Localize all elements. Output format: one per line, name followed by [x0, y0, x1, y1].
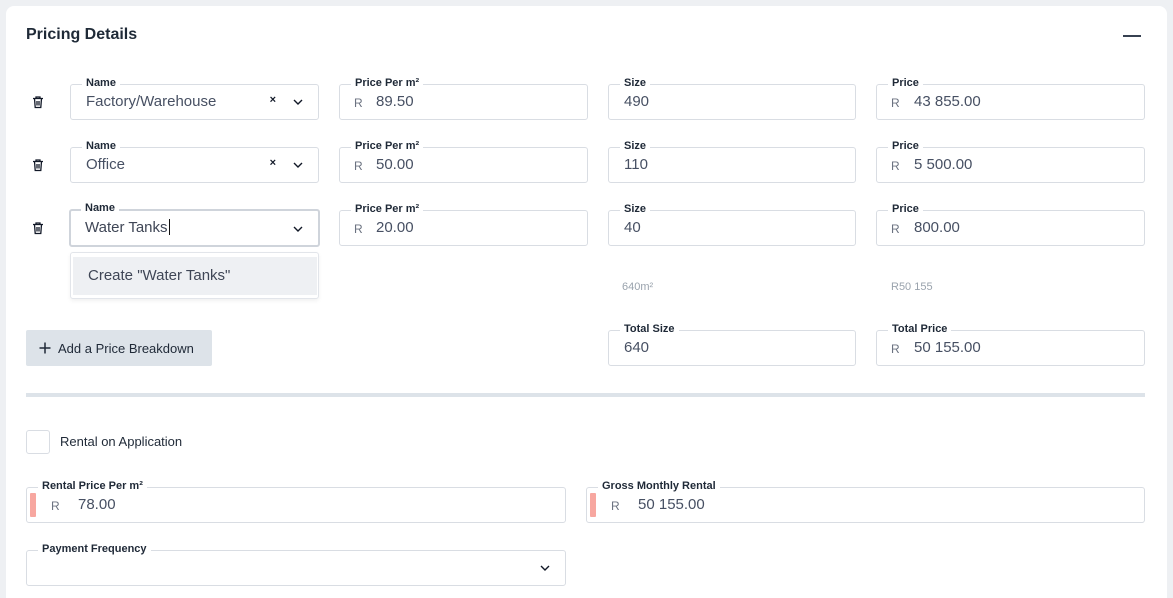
price-field[interactable]: Price R 5 500.00	[876, 139, 1145, 183]
price-label: Price	[888, 76, 923, 90]
payment-frequency-label: Payment Frequency	[38, 542, 151, 556]
collapse-button[interactable]	[1122, 26, 1142, 46]
total-size-label: Total Size	[620, 322, 679, 336]
create-option[interactable]: Create "Water Tanks"	[73, 257, 317, 295]
add-price-breakdown-button[interactable]: Add a Price Breakdown	[26, 330, 212, 366]
price-label: Price	[888, 202, 923, 216]
currency-prefix: R	[891, 96, 900, 110]
trash-icon[interactable]	[31, 221, 45, 235]
price-value: 43 855.00	[914, 93, 981, 110]
rental-price-per-m2-label: Rental Price Per m²	[38, 479, 147, 493]
name-select[interactable]: Name Factory/Warehouse ×	[70, 76, 319, 120]
minus-icon	[1123, 35, 1141, 37]
name-select[interactable]: Name Office ×	[70, 139, 319, 183]
name-label: Name	[82, 139, 120, 153]
size-field[interactable]: Size 40	[608, 202, 856, 246]
currency-prefix: R	[354, 222, 363, 236]
price-per-m2-label: Price Per m²	[351, 139, 424, 153]
price-sum-hint: R50 155	[891, 281, 933, 293]
gross-monthly-rental-label: Gross Monthly Rental	[598, 479, 720, 493]
currency-prefix: R	[611, 499, 620, 513]
price-per-m2-value: 50.00	[376, 156, 414, 173]
name-value: Water Tanks	[85, 219, 168, 236]
size-field[interactable]: Size 110	[608, 139, 856, 183]
chevron-down-icon[interactable]	[291, 222, 305, 236]
name-dropdown-menu: Create "Water Tanks"	[70, 252, 319, 299]
size-field[interactable]: Size 490	[608, 76, 856, 120]
size-value: 40	[624, 219, 641, 236]
currency-prefix: R	[354, 159, 363, 173]
plus-icon	[39, 342, 51, 354]
price-per-m2-label: Price Per m²	[351, 202, 424, 216]
currency-prefix: R	[51, 499, 60, 513]
gross-monthly-rental-value: 50 155.00	[638, 496, 705, 513]
section-title: Pricing Details	[26, 26, 138, 43]
price-value: 800.00	[914, 219, 960, 236]
price-per-m2-label: Price Per m²	[351, 76, 424, 90]
total-price-value: 50 155.00	[914, 339, 981, 356]
required-marker	[30, 493, 36, 517]
price-field[interactable]: Price R 800.00	[876, 202, 1145, 246]
clear-icon[interactable]: ×	[270, 157, 276, 169]
price-per-m2-value: 20.00	[376, 219, 414, 236]
size-value: 110	[624, 156, 648, 173]
chevron-down-icon[interactable]	[291, 158, 305, 172]
size-label: Size	[620, 202, 651, 216]
currency-prefix: R	[354, 96, 363, 110]
size-value: 490	[624, 93, 650, 110]
currency-prefix: R	[891, 222, 900, 236]
name-value: Office	[86, 156, 125, 173]
currency-prefix: R	[891, 342, 900, 356]
total-price-field[interactable]: Total Price R 50 155.00	[876, 322, 1145, 366]
price-per-m2-field[interactable]: Price Per m² R 20.00	[339, 202, 588, 246]
rental-price-per-m2-field[interactable]: Rental Price Per m² R 78.00	[26, 479, 566, 523]
chevron-down-icon[interactable]	[291, 95, 305, 109]
rental-on-application-checkbox[interactable]	[26, 430, 50, 454]
section-divider	[26, 393, 1145, 397]
price-per-m2-field[interactable]: Price Per m² R 89.50	[339, 76, 588, 120]
size-label: Size	[620, 139, 651, 153]
price-label: Price	[888, 139, 923, 153]
name-input[interactable]: Water Tanks	[85, 219, 170, 237]
price-value: 5 500.00	[914, 156, 973, 173]
rental-price-per-m2-value: 78.00	[78, 496, 116, 513]
name-label: Name	[81, 201, 119, 215]
price-per-m2-field[interactable]: Price Per m² R 50.00	[339, 139, 588, 183]
name-label: Name	[82, 76, 120, 90]
trash-icon[interactable]	[31, 158, 45, 172]
price-field[interactable]: Price R 43 855.00	[876, 76, 1145, 120]
name-value: Factory/Warehouse	[86, 93, 217, 110]
total-price-label: Total Price	[888, 322, 952, 336]
chevron-down-icon[interactable]	[538, 561, 552, 575]
gross-monthly-rental-field[interactable]: Gross Monthly Rental R 50 155.00	[586, 479, 1145, 523]
total-size-field[interactable]: Total Size 640	[608, 322, 856, 366]
rental-on-application-label: Rental on Application	[60, 434, 183, 449]
name-select-active[interactable]: Name Water Tanks	[69, 201, 320, 247]
size-sum-hint: 640m²	[622, 281, 654, 293]
price-per-m2-value: 89.50	[376, 93, 414, 110]
size-label: Size	[620, 76, 651, 90]
trash-icon[interactable]	[31, 95, 45, 109]
clear-icon[interactable]: ×	[270, 94, 276, 106]
add-price-breakdown-label: Add a Price Breakdown	[58, 340, 194, 356]
total-size-value: 640	[624, 339, 650, 356]
currency-prefix: R	[891, 159, 900, 173]
payment-frequency-select[interactable]: Payment Frequency	[26, 542, 566, 586]
text-caret	[168, 219, 170, 235]
required-marker	[590, 493, 596, 517]
